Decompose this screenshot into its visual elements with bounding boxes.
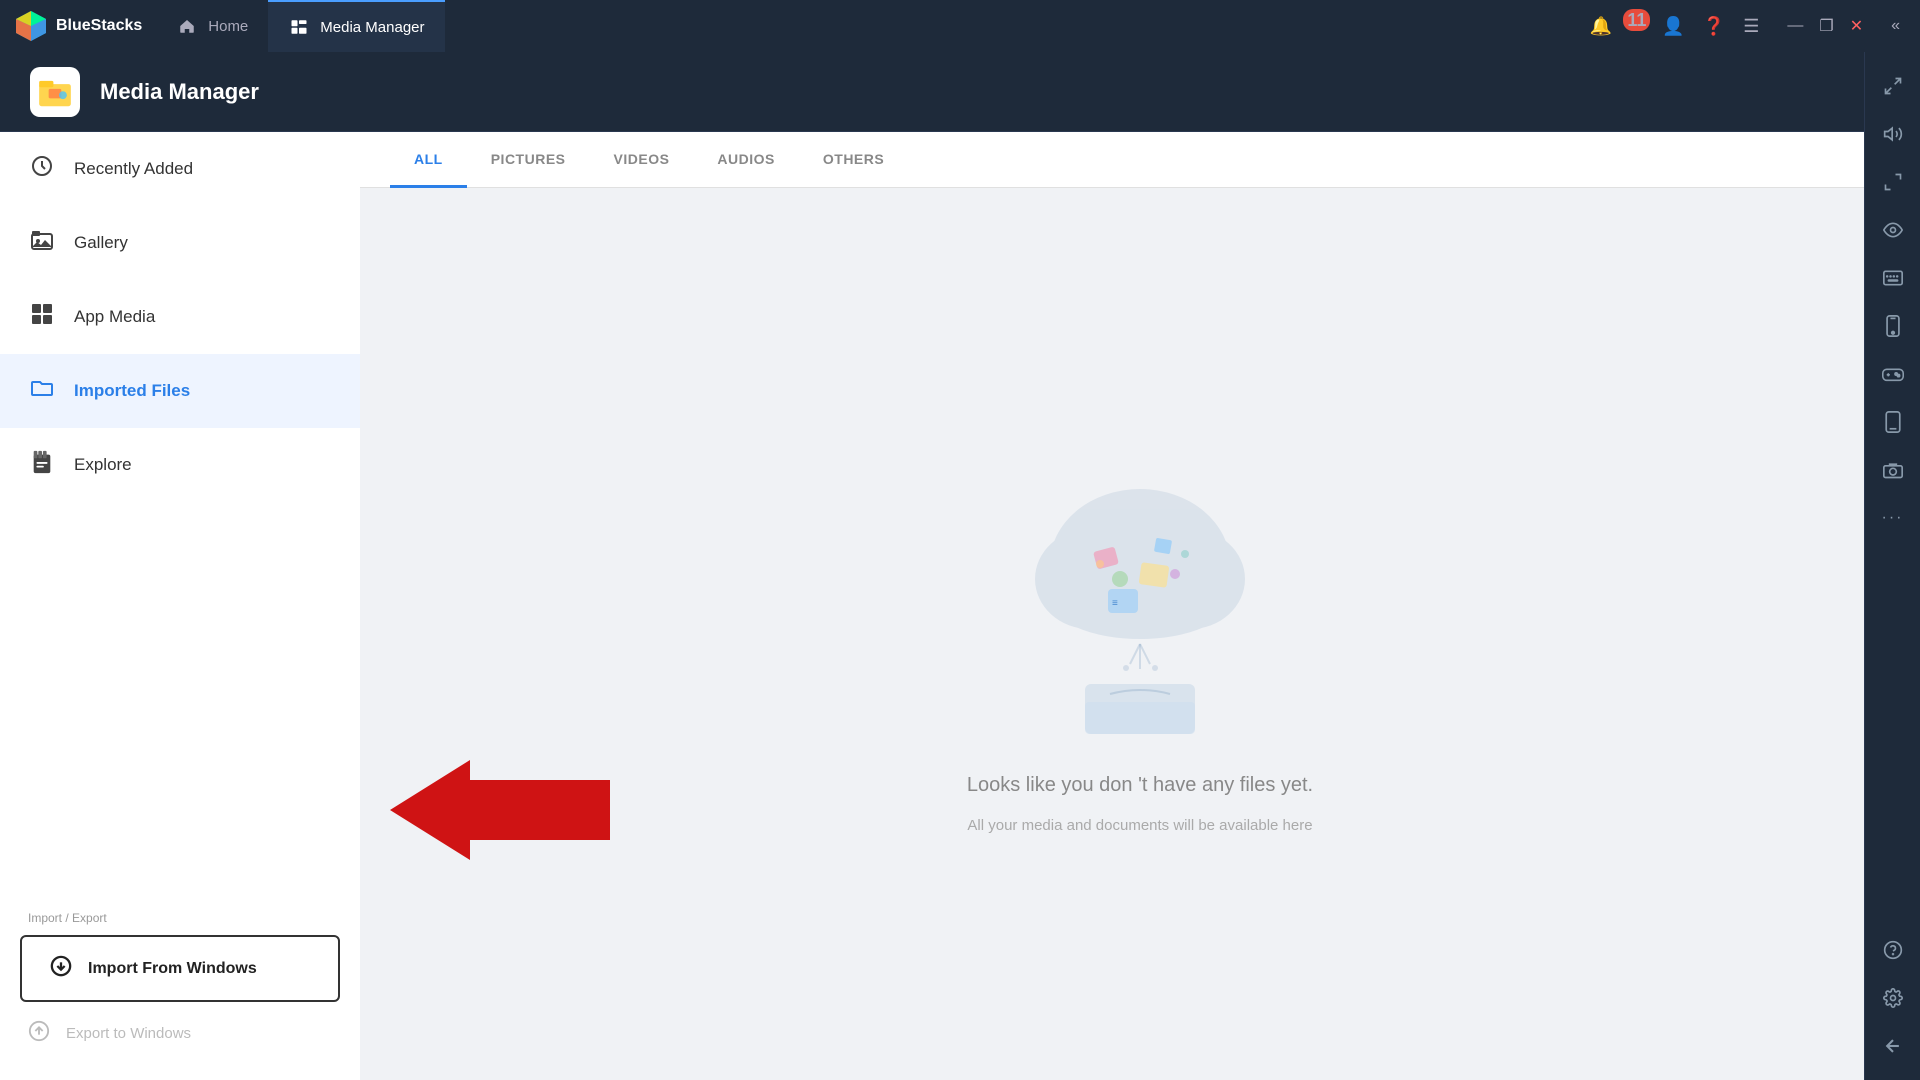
title-bar-right: 🔔 11 👤 ❓ ☰ — ❐ ✕ « xyxy=(1570,16,1920,37)
import-from-windows-label: Import From Windows xyxy=(88,960,257,978)
bluestacks-logo-icon xyxy=(14,9,48,43)
bluestacks-logo[interactable]: BlueStacks xyxy=(0,9,156,43)
import-from-windows-button[interactable]: Import From Windows xyxy=(20,935,340,1002)
minimize-button[interactable]: — xyxy=(1787,17,1803,35)
export-icon xyxy=(28,1020,50,1046)
main-panel: ALL PICTURES VIDEOS AUDIOS OTHERS xyxy=(360,132,1920,1080)
sidebar-item-recently-added[interactable]: Recently Added xyxy=(0,132,360,206)
resize-icon[interactable] xyxy=(1873,162,1913,202)
tab-media-manager[interactable]: Media Manager xyxy=(268,0,444,52)
media-manager-tab-icon xyxy=(288,16,310,38)
gamepad-icon[interactable] xyxy=(1873,354,1913,394)
sidebar-bottom-padding xyxy=(0,1060,360,1080)
sidebar-imported-files-label: Imported Files xyxy=(74,381,190,401)
sidebar-item-gallery[interactable]: Gallery xyxy=(0,206,360,280)
tab-media-manager-label: Media Manager xyxy=(320,19,424,36)
camera-icon[interactable] xyxy=(1873,450,1913,490)
tab-audios[interactable]: AUDIOS xyxy=(693,132,798,188)
tab-all-label: ALL xyxy=(414,151,443,167)
tab-videos-label: VIDEOS xyxy=(614,151,670,167)
portrait-mode-icon[interactable] xyxy=(1873,402,1913,442)
right-sidebar: ··· xyxy=(1864,132,1920,1080)
tab-all[interactable]: ALL xyxy=(390,132,467,188)
grid-icon xyxy=(28,302,56,332)
help-icon[interactable]: ❓ xyxy=(1703,16,1725,37)
notification-icon[interactable]: 🔔 11 xyxy=(1590,16,1644,37)
sidebar-item-app-media[interactable]: App Media xyxy=(0,280,360,354)
empty-state-title: Looks like you don 't have any files yet… xyxy=(967,774,1313,797)
volume-icon[interactable] xyxy=(1873,132,1913,154)
settings-icon[interactable] xyxy=(1873,978,1913,1018)
outer-layout: Media Manager Recently Added xyxy=(0,52,1920,1080)
sidebar: Recently Added Gallery xyxy=(0,132,360,1080)
svg-text:≡: ≡ xyxy=(1112,598,1118,609)
import-icon xyxy=(50,955,72,982)
tab-audios-label: AUDIOS xyxy=(717,151,774,167)
inner-layout: Recently Added Gallery xyxy=(0,132,1920,1080)
close-button[interactable]: ✕ xyxy=(1850,16,1863,36)
more-options-icon[interactable]: ··· xyxy=(1873,498,1913,538)
empty-state-subtitle: All your media and documents will be ava… xyxy=(967,817,1312,834)
help-button-icon[interactable] xyxy=(1873,930,1913,970)
tab-pictures[interactable]: PICTURES xyxy=(467,132,590,188)
tab-videos[interactable]: VIDEOS xyxy=(590,132,694,188)
tab-home[interactable]: Home xyxy=(156,0,268,52)
clock-icon xyxy=(28,154,56,184)
sidebar-gallery-label: Gallery xyxy=(74,233,128,253)
empty-state-illustration: ≡ xyxy=(1000,434,1280,754)
tab-pictures-label: PICTURES xyxy=(491,151,566,167)
export-to-windows-button[interactable]: Export to Windows xyxy=(0,1006,360,1060)
phone-icon[interactable] xyxy=(1873,306,1913,346)
home-tab-icon xyxy=(176,15,198,37)
notification-badge: 11 xyxy=(1623,9,1650,31)
keyboard-icon[interactable] xyxy=(1873,258,1913,298)
tab-home-label: Home xyxy=(208,18,248,35)
sidebar-item-imported-files[interactable]: Imported Files xyxy=(0,354,360,428)
title-bar: BlueStacks Home Media Manager xyxy=(0,0,1920,52)
account-icon[interactable]: 👤 xyxy=(1662,16,1684,37)
eye-icon[interactable] xyxy=(1873,210,1913,250)
sd-card-icon xyxy=(28,450,56,480)
menu-icon[interactable]: ☰ xyxy=(1743,16,1759,37)
folder-icon xyxy=(28,376,56,406)
app-header-icon xyxy=(30,67,80,117)
export-to-windows-label: Export to Windows xyxy=(66,1025,191,1042)
app-header: Media Manager xyxy=(0,52,1920,132)
title-bar-left: BlueStacks Home Media Manager xyxy=(0,0,1570,52)
sidebar-app-media-label: App Media xyxy=(74,307,155,327)
sidebar-explore-label: Explore xyxy=(74,455,132,475)
sidebar-item-explore[interactable]: Explore xyxy=(0,428,360,502)
back-arrow-icon[interactable] xyxy=(1873,1026,1913,1066)
sidebar-recently-added-label: Recently Added xyxy=(74,159,193,179)
collapse-sidebar-button[interactable]: « xyxy=(1891,17,1900,35)
tabs-bar: ALL PICTURES VIDEOS AUDIOS OTHERS xyxy=(360,132,1920,188)
window-controls: — ❐ ✕ xyxy=(1777,16,1863,36)
sidebar-spacer xyxy=(0,502,360,893)
gallery-icon xyxy=(28,228,56,258)
app-header-title: Media Manager xyxy=(100,79,259,105)
import-export-label: Import / Export xyxy=(0,893,360,931)
empty-state: ≡ Looks xyxy=(360,188,1920,1080)
tab-others[interactable]: OTHERS xyxy=(799,132,908,188)
app-name: BlueStacks xyxy=(56,17,142,35)
tab-others-label: OTHERS xyxy=(823,151,884,167)
content-wrapper: ALL PICTURES VIDEOS AUDIOS OTHERS xyxy=(360,132,1920,1080)
restore-button[interactable]: ❐ xyxy=(1819,16,1833,36)
